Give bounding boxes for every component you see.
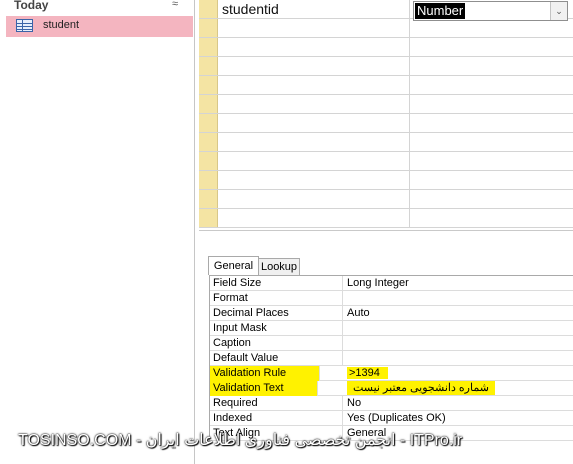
property-value[interactable]: General [343, 426, 573, 441]
property-value[interactable]: Long Integer [343, 276, 573, 291]
tab-lookup[interactable]: Lookup [258, 258, 300, 275]
navigation-pane: Today ≈ student [0, 0, 195, 464]
chevron-down-icon[interactable]: ⌄ [550, 2, 567, 20]
data-type-cell[interactable] [410, 57, 573, 75]
grid-row[interactable] [199, 152, 573, 171]
tab-general[interactable]: General [208, 256, 259, 275]
row-selector[interactable] [199, 95, 218, 113]
property-row-indexed[interactable]: Indexed Yes (Duplicates OK) [210, 411, 573, 426]
grid-row[interactable] [199, 209, 573, 228]
field-name-cell[interactable] [219, 114, 410, 132]
field-name-cell[interactable] [219, 19, 410, 37]
data-type-cell[interactable] [410, 190, 573, 208]
field-name-cell[interactable] [219, 152, 410, 170]
field-name-cell[interactable] [219, 38, 410, 56]
property-row-input-mask[interactable]: Input Mask [210, 321, 573, 336]
row-selector[interactable] [199, 152, 218, 170]
property-name: Text Align [210, 426, 343, 441]
validation-rule-text: >1394 [347, 367, 388, 379]
data-type-cell[interactable] [410, 19, 573, 37]
row-selector[interactable] [199, 0, 218, 18]
property-name: Caption [210, 336, 343, 351]
data-type-cell[interactable] [410, 152, 573, 170]
property-row-default-value[interactable]: Default Value [210, 351, 573, 366]
data-type-value: Number [415, 3, 466, 19]
property-row-required[interactable]: Required No [210, 396, 573, 411]
table-design-grid: studentid Number ⌄ [199, 0, 573, 231]
nav-item-student-table[interactable]: student [6, 16, 193, 37]
field-name-cell[interactable] [219, 76, 410, 94]
property-name: Format [210, 291, 343, 306]
nav-group-header[interactable]: Today ≈ [0, 0, 195, 14]
properties-table: Field Size Long Integer Format Decimal Pl… [209, 275, 573, 441]
property-row-format[interactable]: Format [210, 291, 573, 306]
property-name: Required [210, 396, 343, 411]
collapse-chevron-icon[interactable]: ≈ [172, 0, 178, 10]
data-type-select[interactable]: Number ⌄ [413, 1, 568, 21]
validation-text-value: شماره دانشجویی معتبر نیست [347, 381, 495, 395]
grid-row[interactable] [199, 19, 573, 38]
row-selector[interactable] [199, 76, 218, 94]
row-selector[interactable] [199, 19, 218, 37]
property-value[interactable]: Yes (Duplicates OK) [343, 411, 573, 426]
row-selector[interactable] [199, 190, 218, 208]
row-selector[interactable] [199, 209, 218, 227]
data-type-cell[interactable] [410, 114, 573, 132]
field-name-cell[interactable] [219, 171, 410, 189]
row-selector[interactable] [199, 133, 218, 151]
property-value[interactable]: >1394 [343, 366, 573, 381]
property-value[interactable]: Auto [343, 306, 573, 321]
field-name-cell[interactable]: studentid [219, 0, 410, 18]
property-value[interactable] [343, 321, 573, 336]
row-selector[interactable] [199, 114, 218, 132]
property-value[interactable] [343, 336, 573, 351]
nav-item-label: student [43, 19, 80, 31]
row-selector[interactable] [199, 57, 218, 75]
grid-row[interactable] [199, 114, 573, 133]
property-name: Default Value [210, 351, 343, 366]
property-value[interactable] [343, 291, 573, 306]
data-type-cell[interactable] [410, 95, 573, 113]
field-name-cell[interactable] [219, 190, 410, 208]
grid-row[interactable] [199, 190, 573, 209]
field-properties-pane: General Lookup Field Size Long Integer Fo… [205, 256, 573, 464]
field-name-text: studentid [222, 1, 279, 17]
grid-row[interactable] [199, 95, 573, 114]
data-type-cell[interactable]: Number ⌄ [410, 0, 573, 21]
property-value[interactable]: شماره دانشجویی معتبر نیست [343, 381, 573, 396]
property-row-validation-text[interactable]: Validation Text شماره دانشجویی معتبر نیست [210, 381, 573, 396]
property-row-decimal-places[interactable]: Decimal Places Auto [210, 306, 573, 321]
field-name-cell[interactable] [219, 209, 410, 227]
grid-row[interactable] [199, 38, 573, 57]
property-value[interactable]: No [343, 396, 573, 411]
property-value[interactable] [343, 351, 573, 366]
data-type-cell[interactable] [410, 76, 573, 94]
field-name-cell[interactable] [219, 57, 410, 75]
data-type-cell[interactable] [410, 133, 573, 151]
table-icon [16, 19, 33, 32]
data-type-cell[interactable] [410, 38, 573, 56]
property-name: Validation Rule [210, 366, 320, 381]
field-name-cell[interactable] [219, 133, 410, 151]
grid-row[interactable] [199, 57, 573, 76]
nav-group-title: Today [14, 0, 49, 12]
property-name: Indexed [210, 411, 343, 426]
row-selector[interactable] [199, 38, 218, 56]
data-type-cell[interactable] [410, 209, 573, 227]
property-row-field-size[interactable]: Field Size Long Integer [210, 276, 573, 291]
grid-row[interactable]: studentid Number ⌄ [199, 0, 573, 21]
property-row-validation-rule[interactable]: Validation Rule >1394 [210, 366, 573, 381]
property-name: Decimal Places [210, 306, 343, 321]
property-name: Field Size [210, 276, 343, 291]
row-selector[interactable] [199, 171, 218, 189]
property-name: Input Mask [210, 321, 343, 336]
property-row-caption[interactable]: Caption [210, 336, 573, 351]
field-name-cell[interactable] [219, 95, 410, 113]
grid-row[interactable] [199, 171, 573, 190]
grid-row[interactable] [199, 133, 573, 152]
data-type-cell[interactable] [410, 171, 573, 189]
property-row-text-align[interactable]: Text Align General [210, 426, 573, 441]
property-name: Validation Text [210, 381, 318, 396]
grid-row[interactable] [199, 76, 573, 95]
